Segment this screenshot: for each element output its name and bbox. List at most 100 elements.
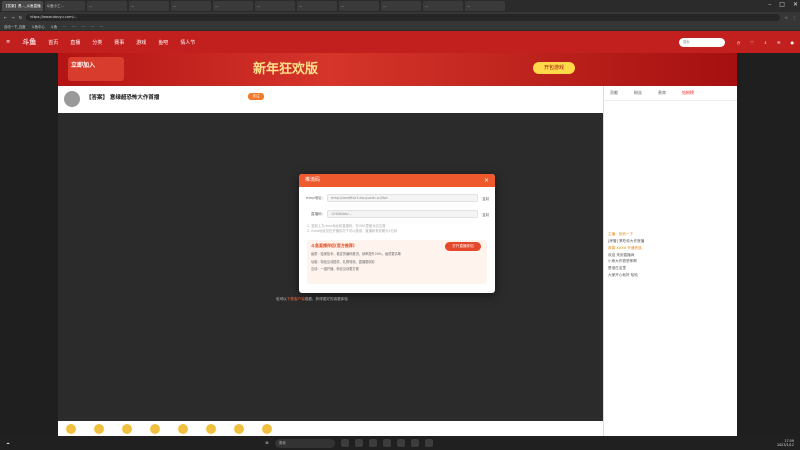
join-badge[interactable]: 立即加入 [68, 57, 124, 81]
chat-message: 小熊大作很恐怖啊 [608, 259, 637, 264]
star-icon[interactable]: ☆ [784, 15, 788, 20]
taskbar-app-icon[interactable] [382, 439, 391, 447]
taskbar-app-icon[interactable] [354, 439, 363, 447]
gift-item[interactable] [206, 423, 216, 434]
copy-code-button[interactable]: 复制 [482, 212, 489, 217]
browser-tab[interactable]: ... [464, 1, 505, 11]
follow-icon[interactable]: ♡ [750, 40, 754, 45]
promo-line: 互动：一键开播，粉丝互动更方便 [311, 267, 359, 272]
chat-message: [房管] 黑吃你大作首播 [608, 238, 645, 243]
browser-tab[interactable]: ... [380, 1, 421, 11]
download-icon[interactable]: ⇩ [764, 40, 767, 45]
close-icon[interactable]: × [484, 174, 489, 187]
browser-tab[interactable]: 【答案】黑..._斗鱼直播 [2, 1, 43, 11]
forward-icon[interactable]: → [11, 15, 14, 20]
rtmp-label: rtmp地址: [305, 195, 323, 200]
browser-tab[interactable]: ... [128, 1, 169, 11]
bookmark-item[interactable]: 自动一下_百度 [4, 24, 25, 29]
room-header: 【答案】 意绿超恐怖大作首播 关注 [58, 86, 603, 113]
stream-code-field[interactable]: 12506ddc/... [327, 210, 479, 218]
hint-line: 2. rtmp地址仅在开播情况下可以使用，直播码有效期为1分钟 [307, 228, 398, 233]
message-icon[interactable]: ✉ [777, 40, 780, 45]
site-logo[interactable]: 斗鱼 [22, 37, 36, 47]
browser-tab[interactable]: ... [422, 1, 463, 11]
chat-message: 主播：找你一下 [608, 232, 634, 236]
taskbar-app-icon[interactable] [424, 439, 433, 447]
gift-item[interactable] [234, 423, 244, 434]
gift-item[interactable] [178, 423, 188, 434]
gift-item[interactable] [150, 423, 160, 434]
browser-tab[interactable]: ... [170, 1, 211, 11]
browser-tab[interactable]: ... [212, 1, 253, 11]
browser-tab[interactable]: ... [254, 1, 295, 11]
code-label: 直播码: [311, 211, 323, 216]
bookmark-item[interactable]: ... [100, 24, 103, 28]
bookmark-item[interactable]: 斗鱼 [51, 24, 58, 29]
promo-banner[interactable]: 立即加入 新年狂欢版 开包游戏 [58, 53, 737, 86]
browser-tab[interactable]: ... [86, 1, 127, 11]
download-client-link[interactable]: 下载客户端 [287, 297, 305, 301]
nav-item-yuba[interactable]: 鱼吧 [158, 39, 168, 46]
bookmark-item[interactable]: 斗鱼中心 [31, 24, 44, 29]
browser-tab[interactable]: ... [296, 1, 337, 11]
chat-tab[interactable]: 贡献 [610, 90, 618, 96]
avatar[interactable]: ● [791, 40, 795, 45]
maximize-icon[interactable]: □ [779, 1, 785, 8]
gift-item[interactable] [94, 423, 104, 434]
browser-tab[interactable]: ... [338, 1, 379, 11]
taskbar-app-icon[interactable] [368, 439, 377, 447]
browser-tab[interactable]: 斗鱼小工... [44, 1, 85, 11]
open-companion-button[interactable]: 打开直播伴侣 [445, 241, 481, 251]
minimize-icon[interactable]: – [768, 1, 771, 8]
search-input[interactable]: 搜索 [678, 37, 725, 47]
chat-tab[interactable]: 钻粉榜 [682, 90, 694, 96]
nav-item-games[interactable]: 游戏 [136, 39, 146, 46]
chat-panel: 贡献 粉丝 贵宾 钻粉榜 主播：找你一下 [房管] 黑吃你大作首播 恭喜 XXX… [603, 86, 737, 436]
address-bar: ← → ↻ https://www.douyu.com/... ☆ ⋮ [0, 12, 800, 22]
nav-item-live[interactable]: 直播 [70, 39, 80, 46]
weather-icon[interactable]: ☁ [6, 441, 10, 445]
rtmp-field[interactable]: rtmp://sendfive1.douyucdn.cn/live [327, 194, 479, 202]
back-icon[interactable]: ← [4, 15, 7, 20]
taskbar-app-icon[interactable] [396, 439, 405, 447]
nav-item-events[interactable]: 赛事 [114, 39, 124, 46]
follow-button[interactable]: 关注 [248, 93, 264, 100]
taskbar-app-icon[interactable] [340, 439, 349, 447]
banner-headline: 新年狂欢版 [253, 62, 319, 77]
nav-item-category[interactable]: 分类 [92, 39, 102, 46]
taskbar-app-icon[interactable] [410, 439, 419, 447]
bookmark-item[interactable]: ... [91, 24, 94, 28]
chat-message: 恭喜 XXXX 开通贵族 [608, 245, 642, 250]
url-input[interactable]: https://www.douyu.com/... [26, 13, 781, 21]
dialog-title: 推流码 [305, 177, 321, 183]
gift-item[interactable] [66, 423, 76, 434]
bookmark-item[interactable]: ... [82, 24, 85, 28]
copy-rtmp-button[interactable]: 复制 [482, 196, 489, 201]
nav-item-home[interactable]: 首页 [48, 39, 58, 46]
close-window-icon[interactable]: ✕ [793, 1, 798, 8]
promo-line: 功能：特色互动插件、礼物特效，直播更精彩 [311, 259, 375, 264]
gift-item[interactable] [122, 423, 132, 434]
menu-icon[interactable]: ⋮ [792, 15, 796, 20]
companion-promo: 斗鱼直播伴侣(官方推荐) 打开直播伴侣 画质：独家技术，稳定的编码推流，帧率提升… [307, 239, 487, 284]
streamer-avatar[interactable] [64, 91, 80, 107]
gift-bar [58, 421, 603, 436]
bookmark-item[interactable]: ... [63, 24, 66, 28]
gift-item[interactable] [262, 423, 272, 434]
chat-message: 欢迎 来到直播间 [608, 252, 635, 257]
system-clock[interactable]: 17:59 2023/1/12 [777, 439, 794, 448]
windows-start-icon[interactable]: ⊞ [266, 441, 269, 445]
banner-button[interactable]: 开包游戏 [533, 62, 575, 74]
right-rail [737, 53, 800, 436]
chat-message: 是谁在这里 [608, 266, 626, 271]
nav-item-valentine[interactable]: 情人节 [180, 39, 195, 46]
bookmark-item[interactable]: ... [72, 24, 75, 28]
taskbar-search[interactable]: 搜索 [274, 438, 335, 448]
browser-tab-bar: 【答案】黑..._斗鱼直播 斗鱼小工... ... ... ... ... ..… [0, 0, 800, 12]
chat-tab[interactable]: 贵宾 [658, 90, 666, 96]
history-icon[interactable]: ◷ [737, 40, 741, 45]
reload-icon[interactable]: ↻ [19, 15, 22, 20]
room-title: 【答案】 意绿超恐怖大作首播 [86, 95, 160, 101]
hamburger-icon[interactable]: ≡ [6, 39, 10, 45]
chat-tab[interactable]: 粉丝 [634, 90, 642, 96]
